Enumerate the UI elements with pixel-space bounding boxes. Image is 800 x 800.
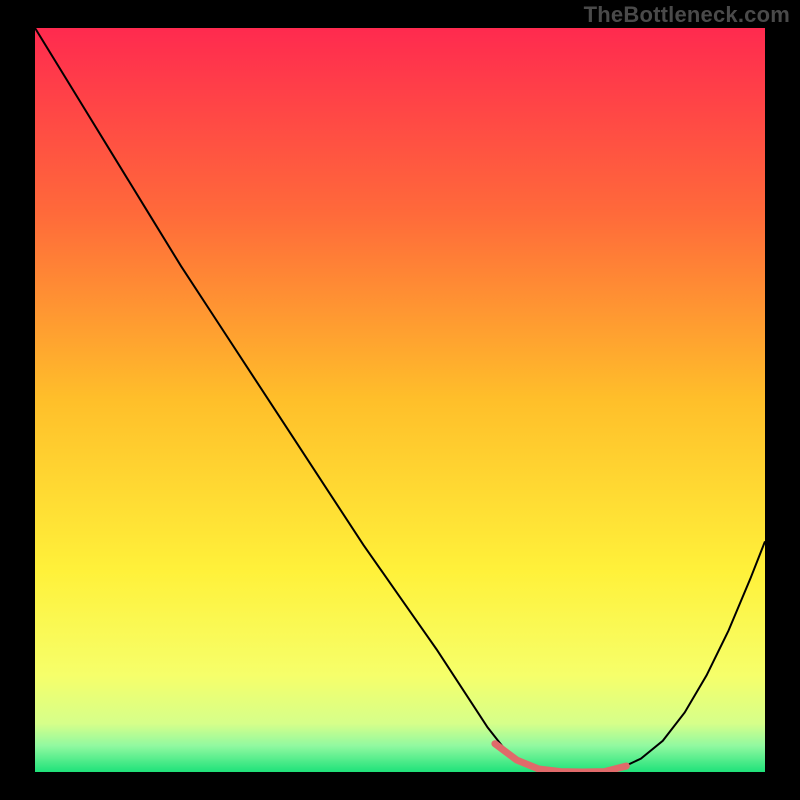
watermark-text: TheBottleneck.com — [584, 2, 790, 28]
bottleneck-chart — [35, 28, 765, 772]
gradient-background — [35, 28, 765, 772]
chart-frame: TheBottleneck.com — [0, 0, 800, 800]
plot-area — [35, 28, 765, 772]
